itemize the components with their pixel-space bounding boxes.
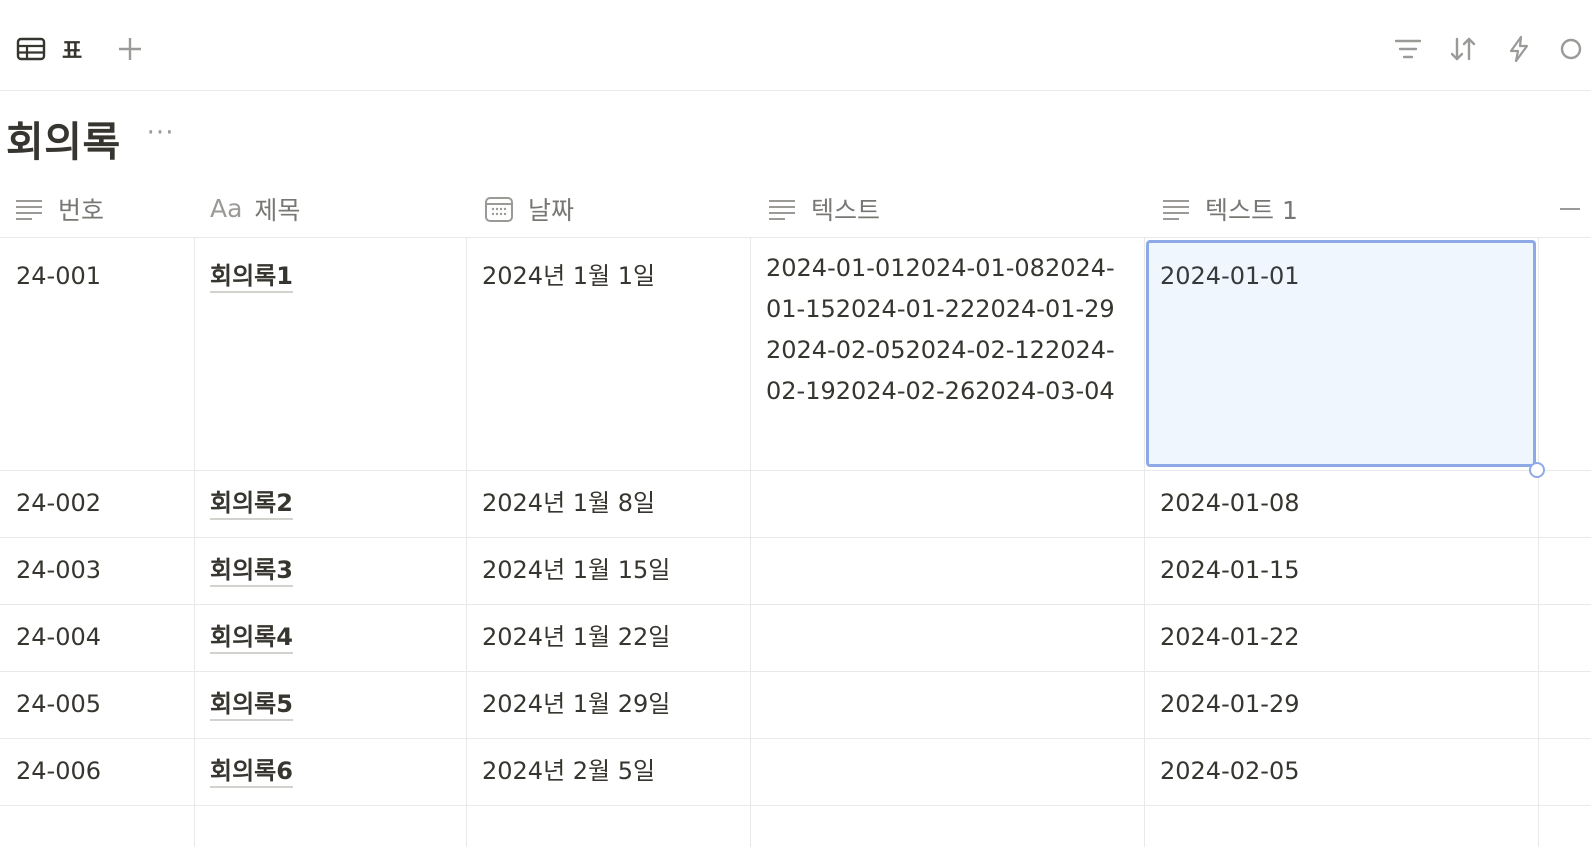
page-link[interactable]: 회의록5: [210, 690, 293, 721]
automation-button[interactable]: [1503, 33, 1535, 65]
cell-text[interactable]: [750, 739, 1144, 805]
column-header-text[interactable]: 텍스트: [767, 180, 880, 237]
cell-title[interactable]: 회의록4: [194, 605, 466, 671]
cell-date[interactable]: 2024년 2월 5일: [466, 739, 750, 805]
text-lines-icon: [14, 195, 46, 223]
cell-text[interactable]: [750, 538, 1144, 604]
cell-title[interactable]: 회의록2: [194, 471, 466, 537]
text-lines-icon: [767, 195, 799, 223]
page-link[interactable]: 회의록6: [210, 757, 293, 788]
column-header-text-1[interactable]: 텍스트 1: [1161, 180, 1298, 237]
column-header-title[interactable]: Aa 제목: [210, 180, 300, 237]
database-title-row: 회의록 ···: [6, 108, 174, 168]
column-header-label: 날짜: [528, 195, 575, 225]
add-view-button[interactable]: [114, 30, 146, 68]
column-header-label: 텍스트 1: [1205, 195, 1298, 225]
cell-title[interactable]: 회의록6: [194, 739, 466, 805]
cell-text[interactable]: 2024-01-012024-01-082024-01-152024-01-22…: [750, 238, 1144, 470]
column-divider: [194, 237, 195, 847]
cell-text-1[interactable]: 2024-01-22: [1144, 605, 1538, 671]
fill-handle[interactable]: [1529, 462, 1545, 478]
search-button[interactable]: [1555, 33, 1587, 65]
cell-text[interactable]: [750, 471, 1144, 537]
page-link[interactable]: 회의록2: [210, 489, 293, 520]
cell-date[interactable]: 2024년 1월 22일: [466, 605, 750, 671]
cell-number[interactable]: 24-004: [0, 605, 194, 671]
page-link[interactable]: 회의록4: [210, 623, 293, 654]
cell-date[interactable]: 2024년 1월 8일: [466, 471, 750, 537]
plus-icon: [1560, 207, 1580, 210]
sort-button[interactable]: [1447, 33, 1479, 65]
table-icon: [16, 35, 48, 63]
table-row[interactable]: 24-002 회의록2 2024년 1월 8일 2024-01-08: [0, 471, 1591, 538]
page-link[interactable]: 회의록3: [210, 556, 293, 587]
filter-button[interactable]: [1392, 33, 1424, 65]
more-options-button[interactable]: ···: [147, 120, 175, 146]
view-tab-table[interactable]: 표: [16, 30, 82, 68]
cell-text-1[interactable]: 2024-01-08: [1144, 471, 1538, 537]
cell-text[interactable]: [750, 672, 1144, 738]
column-header-label: 제목: [254, 195, 301, 225]
view-toolbar: 표: [0, 0, 1591, 91]
cell-text-1[interactable]: 2024-01-29: [1144, 672, 1538, 738]
cell-number[interactable]: 24-005: [0, 672, 194, 738]
column-divider: [1144, 237, 1145, 847]
cell-text[interactable]: [750, 605, 1144, 671]
cell-date[interactable]: 2024년 1월 1일: [466, 238, 750, 470]
database-title[interactable]: 회의록: [6, 108, 121, 168]
cell-text-1[interactable]: 2024-02-05: [1144, 739, 1538, 805]
column-divider: [750, 237, 751, 847]
calendar-icon: [484, 195, 516, 223]
cell-text-1[interactable]: 2024-01-15: [1144, 538, 1538, 604]
cell-number[interactable]: 24-006: [0, 739, 194, 805]
selected-cell-outline: [1146, 240, 1536, 467]
cell-title[interactable]: 회의록3: [194, 538, 466, 604]
cell-title[interactable]: 회의록5: [194, 672, 466, 738]
cell-number[interactable]: 24-001: [0, 238, 194, 470]
table-row[interactable]: 24-005 회의록5 2024년 1월 29일 2024-01-29: [0, 672, 1591, 739]
column-header-number[interactable]: 번호: [14, 180, 104, 237]
column-header-label: 번호: [58, 195, 105, 225]
cell-date[interactable]: 2024년 1월 15일: [466, 538, 750, 604]
text-lines-icon: [1161, 195, 1193, 223]
cell-number[interactable]: 24-002: [0, 471, 194, 537]
plus-icon: [119, 38, 141, 60]
search-icon: [1560, 38, 1582, 60]
automation-icon: [1509, 35, 1529, 63]
table-row[interactable]: 24-003 회의록3 2024년 1월 15일 2024-01-15: [0, 538, 1591, 605]
table-row[interactable]: 24-004 회의록4 2024년 1월 22일 2024-01-22: [0, 605, 1591, 672]
table-row[interactable]: 24-006 회의록6 2024년 2월 5일 2024-02-05: [0, 739, 1591, 806]
column-divider: [1538, 237, 1539, 847]
cell-date[interactable]: 2024년 1월 29일: [466, 672, 750, 738]
column-header-label: 텍스트: [811, 195, 881, 225]
cell-number[interactable]: 24-003: [0, 538, 194, 604]
table-header: 번호 Aa 제목 날짜 텍스트 텍스트 1: [0, 180, 1591, 238]
cell-title[interactable]: 회의록1: [194, 238, 466, 470]
sort-icon: [1450, 37, 1476, 61]
column-header-date[interactable]: 날짜: [484, 180, 574, 237]
filter-icon: [1394, 39, 1422, 59]
column-divider: [466, 237, 467, 847]
view-tab-label: 표: [62, 39, 83, 64]
page-link[interactable]: 회의록1: [210, 262, 293, 293]
title-aa-icon: Aa: [210, 194, 243, 223]
add-column-button[interactable]: [1556, 180, 1580, 237]
